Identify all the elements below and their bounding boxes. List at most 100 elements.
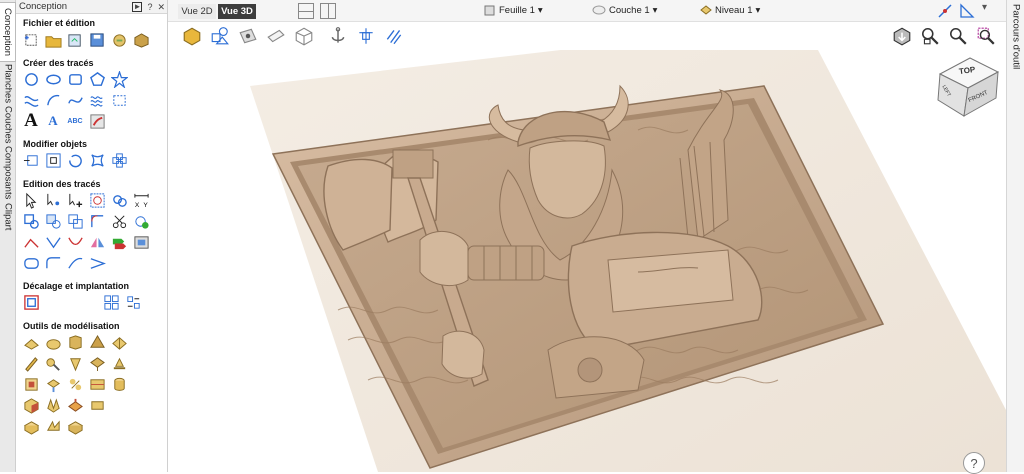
intersect-icon[interactable] xyxy=(66,212,84,230)
spray-icon[interactable] xyxy=(66,354,84,372)
pin-panel-button[interactable]: ► xyxy=(132,2,143,12)
relief-layer-icon[interactable] xyxy=(44,396,62,414)
level-icon[interactable] xyxy=(110,354,128,372)
nesting-icon[interactable] xyxy=(102,293,120,311)
rounded-rect-icon[interactable] xyxy=(22,254,40,272)
curve-fit-icon[interactable] xyxy=(22,233,40,251)
zoom-extents-icon[interactable] xyxy=(920,26,940,49)
fade-icon[interactable] xyxy=(110,375,128,393)
open-folder-icon[interactable] xyxy=(44,31,62,49)
material-cube-icon[interactable] xyxy=(182,26,202,49)
view-cube[interactable]: TOP LEFT FRONT xyxy=(932,50,1006,120)
anchor-icon[interactable] xyxy=(328,26,348,49)
text-tool-icon[interactable]: A xyxy=(22,110,40,131)
wave-icon[interactable] xyxy=(88,91,106,109)
bake-relief-icon[interactable] xyxy=(66,396,84,414)
smart-select-icon[interactable] xyxy=(88,191,106,209)
polyline-icon[interactable] xyxy=(22,91,40,109)
split-line-icon[interactable] xyxy=(88,254,106,272)
tiling-icon[interactable] xyxy=(124,293,142,311)
bitmap-trace-icon[interactable] xyxy=(88,112,106,130)
offset-icon[interactable] xyxy=(22,293,40,311)
node-add-icon[interactable] xyxy=(66,191,84,209)
close-icon[interactable]: ✕ xyxy=(157,2,165,13)
pyramid-icon[interactable] xyxy=(88,333,106,351)
render-sheet-icon[interactable] xyxy=(238,26,258,49)
select-arrow-icon[interactable] xyxy=(22,191,40,209)
relief-cut-icon[interactable] xyxy=(88,396,106,414)
line-curve-icon[interactable] xyxy=(44,233,62,251)
rotate-icon[interactable] xyxy=(66,151,84,169)
text-on-curve-icon[interactable]: A xyxy=(44,112,62,130)
wireframe-cube-icon[interactable] xyxy=(294,26,314,49)
relief-cube-icon[interactable] xyxy=(132,31,150,49)
weave-icon[interactable] xyxy=(44,375,62,393)
save-icon[interactable] xyxy=(88,31,106,49)
zoom-selection-icon[interactable] xyxy=(976,26,996,49)
star-icon[interactable] xyxy=(110,70,128,88)
sculpt-icon[interactable] xyxy=(22,354,40,372)
extrude-icon[interactable] xyxy=(66,333,84,351)
merge-icon[interactable] xyxy=(110,31,128,49)
move-icon[interactable] xyxy=(22,151,40,169)
toolpath-preview-icon[interactable] xyxy=(356,26,376,49)
slice-relief-icon[interactable] xyxy=(22,417,40,435)
new-file-icon[interactable] xyxy=(22,31,40,49)
arc-icon[interactable] xyxy=(44,91,62,109)
ellipse-icon[interactable] xyxy=(22,70,40,88)
node-edit-icon[interactable] xyxy=(44,191,62,209)
tab-view-3d[interactable]: Vue 3D xyxy=(218,4,256,19)
smooth-curve-icon[interactable] xyxy=(66,254,84,272)
merge-relief-icon[interactable] xyxy=(88,375,106,393)
hatch-icon[interactable] xyxy=(384,26,404,49)
distort-icon[interactable] xyxy=(88,151,106,169)
dimension-icon[interactable] xyxy=(110,91,128,109)
weld-icon[interactable] xyxy=(110,191,128,209)
tab-conception[interactable]: Conception xyxy=(0,2,16,62)
close-vectors-icon[interactable] xyxy=(132,212,150,230)
oval-icon[interactable] xyxy=(44,70,62,88)
array-copy-icon[interactable] xyxy=(110,151,128,169)
tab-clipart[interactable]: Clipart xyxy=(0,202,16,232)
box-relief-icon[interactable] xyxy=(22,396,40,414)
smooth-tool-icon[interactable] xyxy=(44,354,62,372)
split-horizontal-icon[interactable] xyxy=(298,3,314,19)
relief-split-icon[interactable] xyxy=(44,417,62,435)
zoom-window-icon[interactable] xyxy=(948,26,968,49)
tab-view-2d[interactable]: Vue 2D xyxy=(178,4,216,19)
measure-icon[interactable]: XY xyxy=(132,191,150,209)
relief-offset-icon[interactable] xyxy=(66,417,84,435)
text-arc-icon[interactable]: ABC xyxy=(66,112,84,130)
arc-curve-icon[interactable] xyxy=(66,233,84,251)
shapes-icon[interactable] xyxy=(210,26,230,49)
chisel-icon[interactable] xyxy=(88,354,106,372)
panel-help-button[interactable]: ? xyxy=(147,2,152,12)
tab-toolpaths[interactable]: Parcours d'outil xyxy=(1007,2,1024,72)
subtract-icon[interactable] xyxy=(44,212,62,230)
flat-sheet-icon[interactable] xyxy=(266,26,286,49)
rectangle-icon[interactable] xyxy=(66,70,84,88)
sheet-dropdown[interactable]: Feuille 1 ▾ xyxy=(484,4,543,16)
angle-icon[interactable] xyxy=(110,333,128,351)
snap-icon[interactable] xyxy=(936,2,954,23)
tab-planches[interactable]: Planches xyxy=(0,64,16,104)
bitmap-icon[interactable] xyxy=(132,233,150,251)
split-vertical-icon[interactable] xyxy=(320,3,336,19)
align-icon[interactable] xyxy=(110,233,128,251)
polygon-icon[interactable] xyxy=(88,70,106,88)
help-button[interactable]: ? xyxy=(963,452,985,474)
fillet-icon[interactable] xyxy=(88,212,106,230)
trim-icon[interactable] xyxy=(110,212,128,230)
create-component-icon[interactable] xyxy=(22,333,40,351)
tab-composants[interactable]: Composants xyxy=(0,146,16,200)
zero-plane-icon[interactable] xyxy=(22,375,40,393)
view-down-icon[interactable] xyxy=(892,26,912,49)
texture-icon[interactable] xyxy=(66,375,84,393)
collapse-icon[interactable]: ▾ xyxy=(982,2,987,13)
join-vectors-icon[interactable] xyxy=(22,212,40,230)
dome-icon[interactable] xyxy=(44,333,62,351)
level-dropdown[interactable]: Niveau 1 ▾ xyxy=(700,4,760,16)
layer-dropdown[interactable]: Couche 1 ▾ xyxy=(592,4,657,16)
3d-viewport[interactable]: TOP LEFT FRONT xyxy=(168,50,1006,472)
scale-icon[interactable] xyxy=(44,151,62,169)
